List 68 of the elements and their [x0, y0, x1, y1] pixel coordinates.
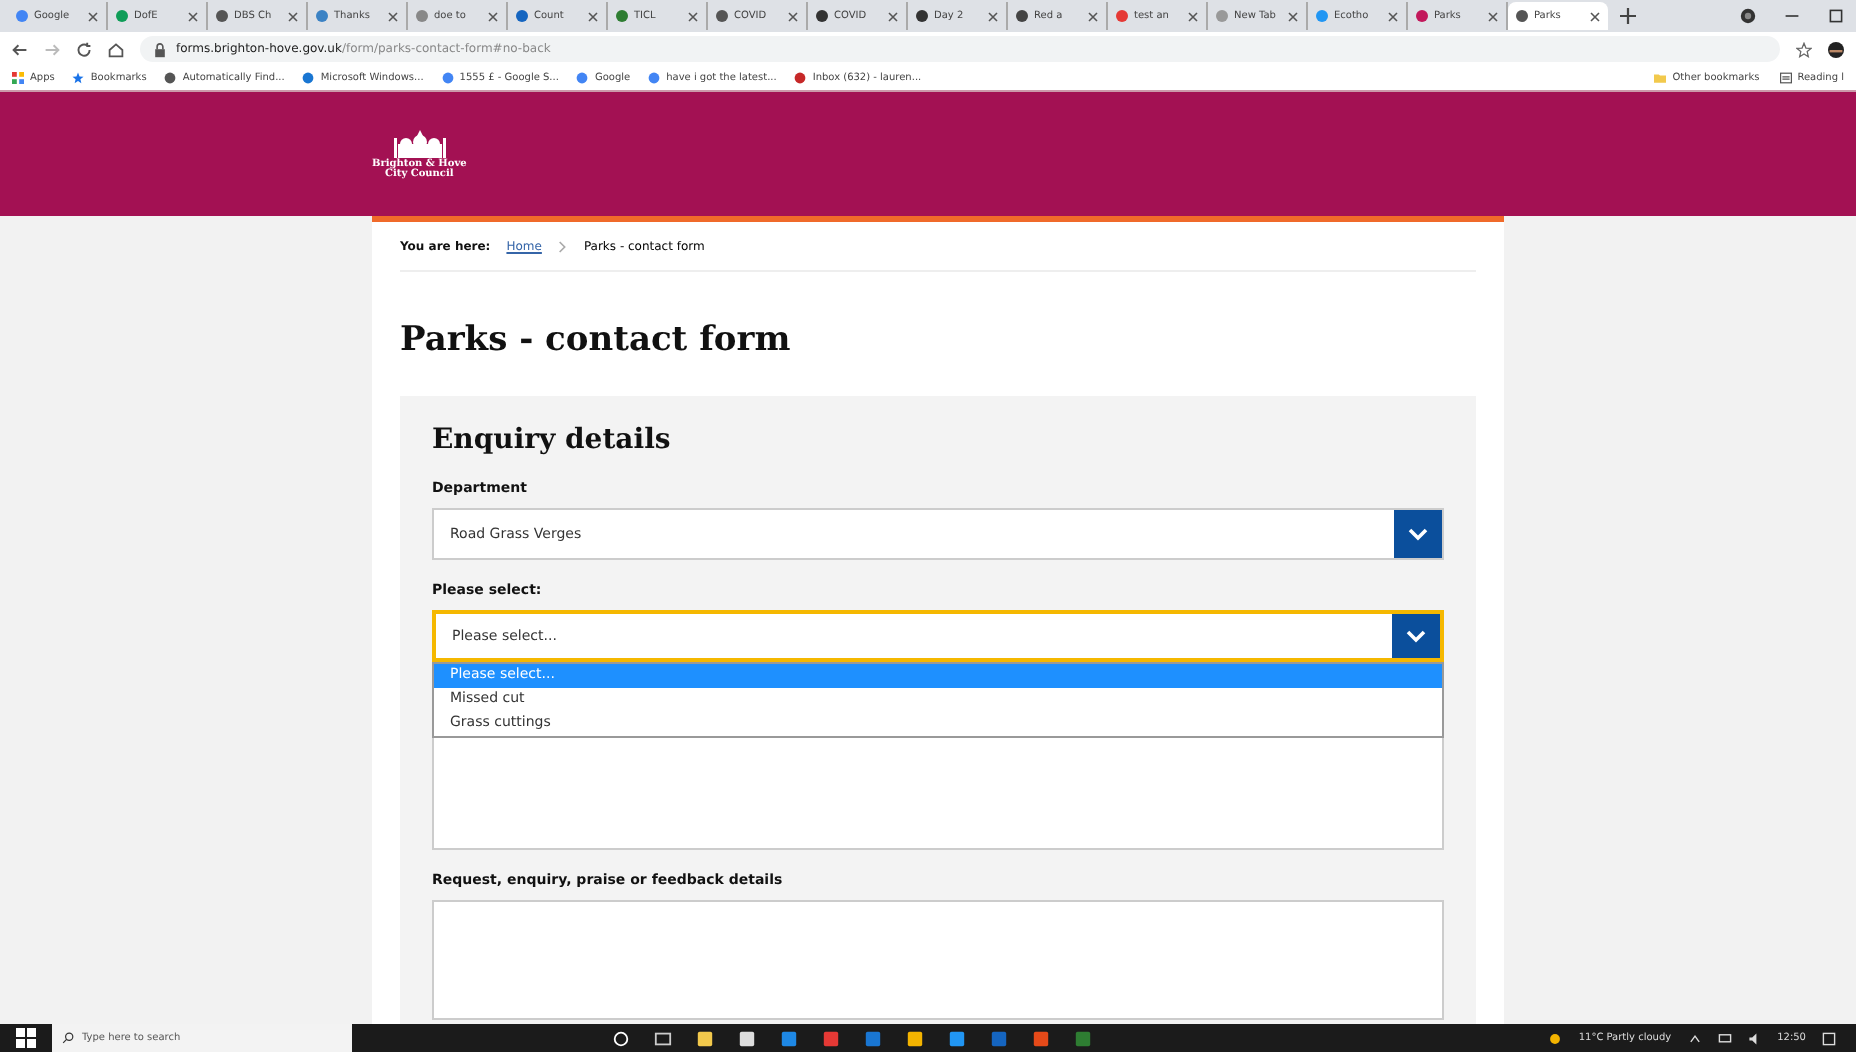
bookmark-favicon-icon	[648, 72, 661, 84]
close-icon[interactable]	[388, 11, 398, 21]
close-icon[interactable]	[988, 11, 998, 21]
bookmark-favicon-icon	[164, 72, 177, 84]
close-icon[interactable]	[1388, 11, 1398, 21]
bookmark-favicon-icon	[794, 72, 807, 84]
close-icon[interactable]	[688, 11, 698, 21]
cortana-icon[interactable]	[612, 1029, 630, 1047]
tab-favicon-icon	[316, 10, 328, 22]
tab-favicon-icon	[1216, 10, 1228, 22]
tab-favicon-icon	[116, 10, 128, 22]
search-icon	[62, 1032, 74, 1044]
back-icon[interactable]	[12, 41, 28, 57]
bookmark-favicon-icon	[302, 72, 315, 84]
taskbar-app-icon[interactable]	[696, 1029, 714, 1047]
close-icon[interactable]	[1288, 11, 1298, 21]
close-icon[interactable]	[488, 11, 498, 21]
task-view-icon[interactable]	[654, 1029, 672, 1047]
tab-favicon-icon	[616, 10, 628, 22]
star-icon	[72, 72, 85, 84]
close-icon[interactable]	[588, 11, 598, 21]
section-heading: Enquiry details	[432, 424, 673, 456]
star-icon[interactable]	[1796, 41, 1812, 57]
lock-icon	[152, 41, 168, 57]
close-icon[interactable]	[1188, 11, 1198, 21]
tab-favicon-icon	[516, 10, 528, 22]
windows-start-icon[interactable]	[16, 1028, 36, 1048]
tab-favicon-icon	[16, 10, 28, 22]
new-tab-icon[interactable]	[1620, 8, 1636, 24]
caret-up-icon[interactable]	[1687, 1031, 1702, 1045]
tab-favicon-icon	[1416, 10, 1428, 22]
taskbar-app-icon[interactable]	[906, 1029, 924, 1047]
tab-favicon-icon	[1116, 10, 1128, 22]
close-icon[interactable]	[1488, 11, 1498, 21]
close-icon[interactable]	[1590, 11, 1600, 21]
close-icon[interactable]	[288, 11, 298, 21]
reload-icon[interactable]	[76, 41, 92, 57]
close-icon[interactable]	[188, 11, 198, 21]
tab-favicon-icon	[816, 10, 828, 22]
taskbar-app-icon[interactable]	[738, 1029, 756, 1047]
page-title: Parks - contact form	[400, 320, 793, 360]
apps-grid-icon	[12, 72, 24, 84]
maximize-icon[interactable]	[1828, 8, 1844, 24]
close-icon[interactable]	[88, 11, 98, 21]
bookmark-favicon-icon	[441, 72, 454, 84]
chevron-right-icon	[557, 240, 568, 254]
folder-icon	[1654, 72, 1667, 84]
chevron-down-icon	[1408, 527, 1428, 541]
tab-favicon-icon	[216, 10, 228, 22]
pavilion-icon	[389, 127, 450, 159]
tab-favicon-icon	[716, 10, 728, 22]
home-icon[interactable]	[108, 41, 124, 57]
avatar-icon[interactable]	[1828, 41, 1844, 57]
tab-favicon-icon	[1316, 10, 1328, 22]
tab-favicon-icon	[1016, 10, 1028, 22]
taskbar-app-icon[interactable]	[948, 1029, 966, 1047]
speaker-icon[interactable]	[1747, 1031, 1762, 1045]
tab-favicon-icon	[416, 10, 428, 22]
close-icon[interactable]	[1088, 11, 1098, 21]
tab-favicon-icon	[1516, 10, 1528, 22]
bookmark-favicon-icon	[576, 72, 589, 84]
chevron-down-icon	[1406, 629, 1426, 643]
close-icon[interactable]	[788, 11, 798, 21]
list-icon	[1779, 72, 1792, 84]
profile-icon[interactable]	[1740, 8, 1756, 24]
tab-favicon-icon	[916, 10, 928, 22]
weather-icon	[1548, 1031, 1563, 1045]
close-icon[interactable]	[888, 11, 898, 21]
